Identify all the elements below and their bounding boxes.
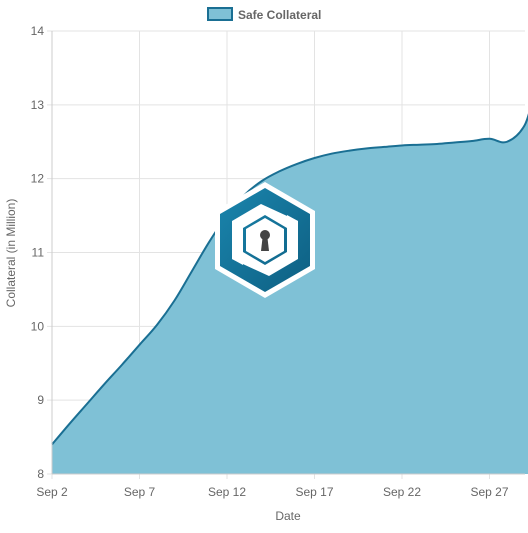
x-tick-label: Sep 22 [383, 485, 421, 499]
legend-swatch[interactable] [208, 8, 232, 20]
series-area-fill [52, 96, 528, 474]
y-axis-label: Collateral (in Million) [4, 199, 18, 308]
y-tick-label: 9 [37, 393, 44, 407]
legend[interactable]: Safe Collateral [208, 8, 321, 22]
x-tick-label: Sep 2 [36, 485, 68, 499]
x-tick-label: Sep 7 [124, 485, 156, 499]
y-tick-label: 8 [37, 467, 44, 481]
x-tick-label: Sep 17 [295, 485, 333, 499]
chart-container: 8 9 10 11 12 13 14 Sep 2 Sep 7 Sep 12 Sep 17 Sep 22… [0, 0, 528, 528]
area-layer [52, 96, 528, 474]
x-tick-label: Sep 12 [208, 485, 246, 499]
area-chart: 8 9 10 11 12 13 14 Sep 2 Sep 7 Sep 12 Sep 17 Sep 22… [0, 0, 528, 528]
y-tick-label: 12 [31, 172, 45, 186]
x-tick-label: Sep 27 [470, 485, 508, 499]
y-tick-label: 11 [32, 246, 45, 260]
y-tick-label: 14 [31, 24, 45, 38]
y-tick-label: 10 [31, 319, 45, 333]
y-tick-label: 13 [31, 98, 45, 112]
legend-label[interactable]: Safe Collateral [238, 8, 321, 22]
x-axis-label: Date [275, 509, 301, 523]
